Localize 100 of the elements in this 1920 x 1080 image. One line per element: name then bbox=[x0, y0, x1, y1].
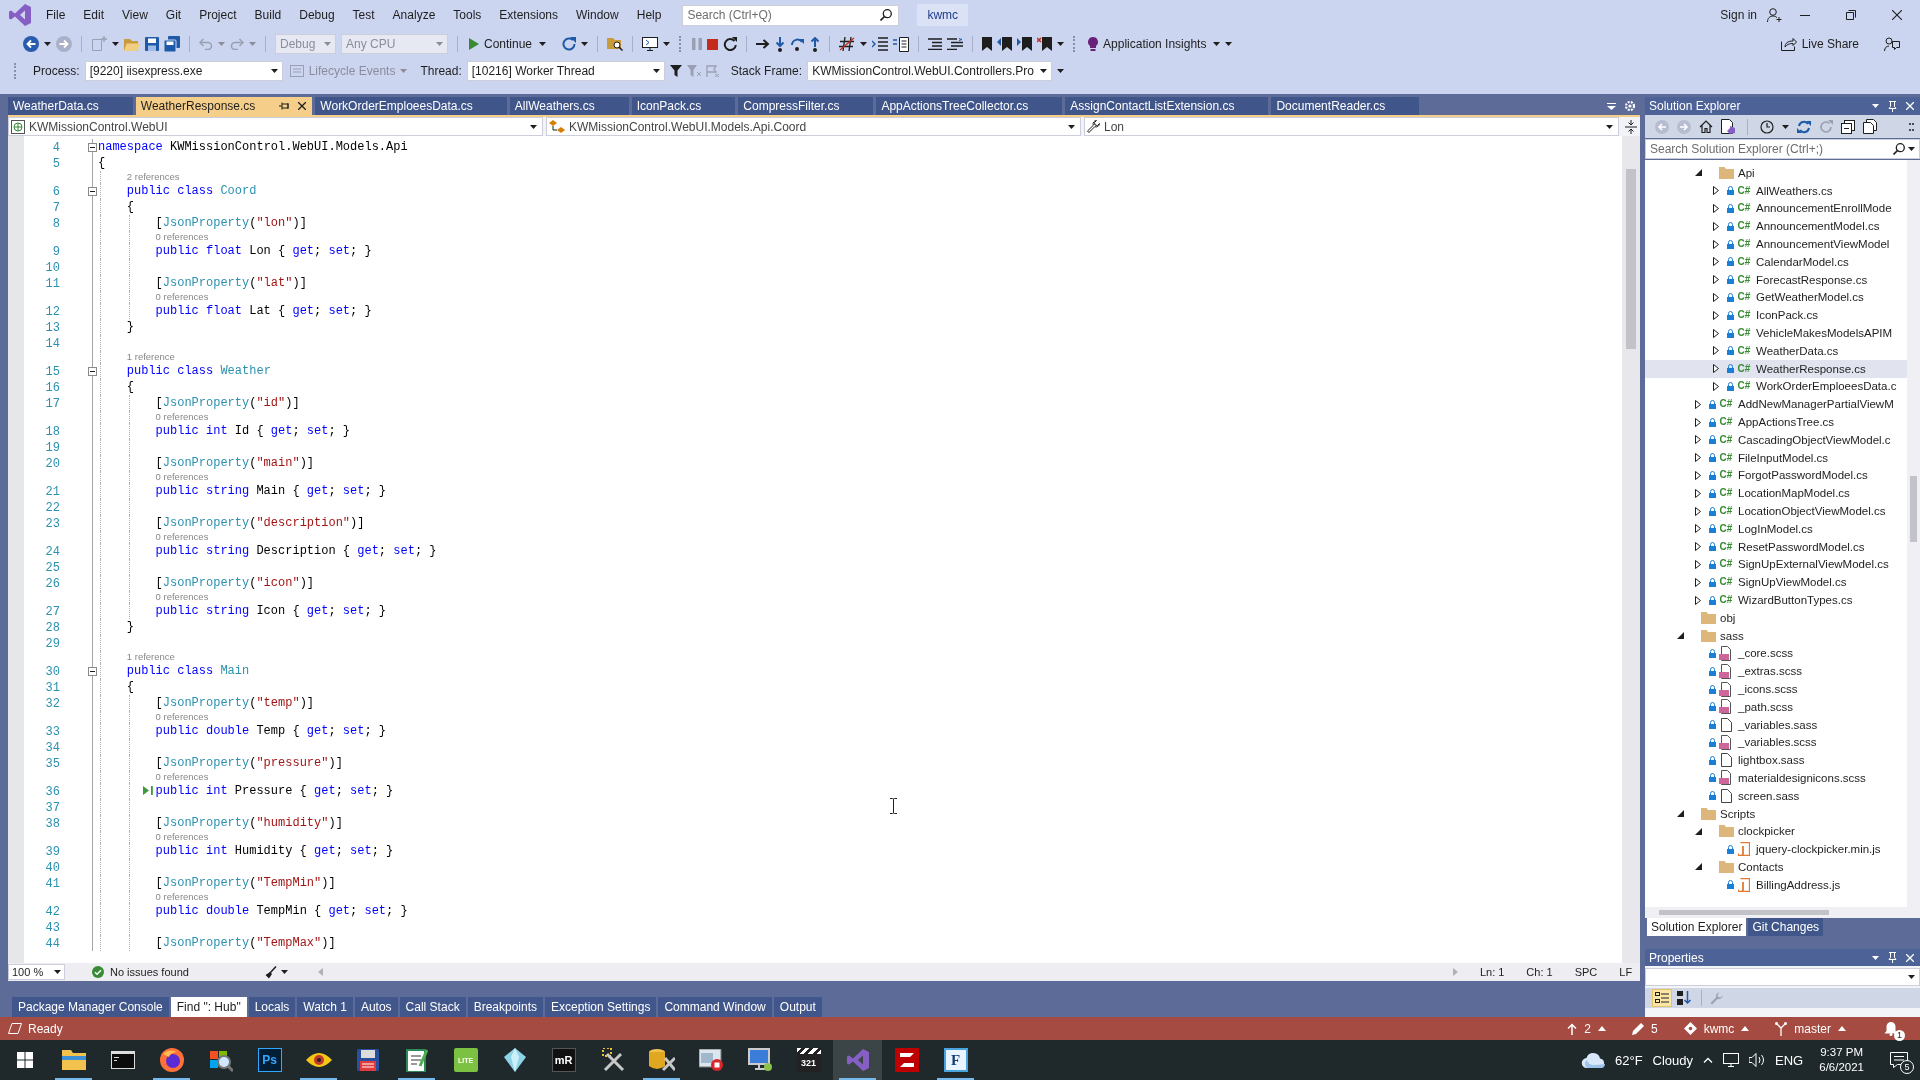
tree-item[interactable]: C# FileInputModel.cs bbox=[1645, 448, 1907, 467]
codelens-link[interactable]: 0 references bbox=[155, 831, 209, 843]
tree-item[interactable]: screen.sass bbox=[1645, 786, 1907, 805]
view-toggle-button[interactable] bbox=[1653, 990, 1671, 1006]
collapsed-arrow-icon[interactable] bbox=[1695, 399, 1701, 409]
tree-item[interactable]: C# AddNewManagerPartialViewM bbox=[1645, 395, 1907, 414]
collapsed-arrow-icon[interactable] bbox=[1695, 470, 1701, 480]
tool-window-tab[interactable]: Locals bbox=[248, 997, 296, 1017]
tree-item[interactable]: lightbox.sass bbox=[1645, 751, 1907, 770]
cursor-line[interactable]: Ln: 1 bbox=[1479, 966, 1505, 978]
caret-down-icon[interactable] bbox=[539, 42, 547, 46]
tree-item[interactable]: jquery-clockpicker.min.js bbox=[1645, 840, 1907, 859]
menu-item[interactable]: Test bbox=[343, 6, 384, 24]
caret-up-icon[interactable] bbox=[1741, 1026, 1750, 1031]
clear-bookmark-icon[interactable] bbox=[1037, 37, 1053, 51]
overflow-icon[interactable] bbox=[1909, 122, 1914, 131]
dropdown-icon[interactable] bbox=[1607, 102, 1616, 110]
tree-item[interactable]: C# ResetPasswordModel.cs bbox=[1645, 537, 1907, 556]
tree-item[interactable]: _variables.sass bbox=[1645, 715, 1907, 734]
comment-lines-icon[interactable] bbox=[947, 38, 964, 50]
tree-item[interactable]: C# SignUpViewModel.cs bbox=[1645, 573, 1907, 592]
scrollbar[interactable] bbox=[1622, 136, 1640, 963]
brush-icon[interactable] bbox=[264, 965, 277, 979]
panel-tab[interactable]: Solution Explorer bbox=[1647, 918, 1747, 936]
caret-up-icon[interactable] bbox=[1597, 1026, 1606, 1031]
codelens-link[interactable]: 1 reference bbox=[126, 351, 175, 363]
tree-item[interactable]: BillingAddress.js bbox=[1645, 875, 1907, 894]
taskbar-button[interactable]: F bbox=[931, 1040, 980, 1080]
filter-icon[interactable] bbox=[669, 65, 682, 77]
caret-down-icon[interactable] bbox=[280, 970, 288, 974]
search-input[interactable]: Search (Ctrl+Q) bbox=[687, 6, 881, 24]
caret-down-icon[interactable] bbox=[1908, 147, 1915, 151]
codelens-link[interactable]: 2 references bbox=[126, 171, 180, 183]
repository-name[interactable]: kwmc bbox=[1703, 1021, 1735, 1036]
document-tab[interactable]: IconPack.cs bbox=[631, 97, 736, 115]
expanded-arrow-icon[interactable] bbox=[1694, 169, 1702, 177]
insights-button[interactable]: Application Insights bbox=[1086, 37, 1209, 51]
changes-count[interactable]: 5 bbox=[1650, 1021, 1658, 1036]
diamond-icon[interactable] bbox=[1683, 1022, 1697, 1035]
expanded-arrow-icon[interactable] bbox=[1694, 863, 1702, 871]
branch-icon[interactable] bbox=[1775, 1021, 1788, 1036]
tool-window-tab[interactable]: Find ": Hub" bbox=[170, 997, 247, 1017]
search-field[interactable]: Search (Ctrl+Q) bbox=[682, 4, 900, 26]
menu-item[interactable]: Analyze bbox=[383, 6, 445, 24]
tree-item[interactable]: C# AnnouncementModel.cs bbox=[1645, 217, 1907, 236]
expanded-arrow-icon[interactable] bbox=[1676, 810, 1684, 818]
tree-item[interactable]: C# VehicleMakesModelsAPIM bbox=[1645, 324, 1907, 342]
previous-bookmark-icon[interactable] bbox=[997, 37, 1013, 51]
tree-item[interactable]: C# WorkOrderEmploeesData.c bbox=[1645, 377, 1907, 396]
menu-item[interactable]: Project bbox=[190, 6, 246, 24]
caret-down-icon[interactable] bbox=[860, 42, 868, 46]
monitor-icon[interactable] bbox=[642, 37, 659, 51]
document-tab[interactable]: WeatherData.cs bbox=[8, 97, 133, 115]
document-tab[interactable]: CompressFilter.cs bbox=[738, 97, 874, 115]
tree-item[interactable]: Scripts bbox=[1645, 804, 1907, 823]
speaker-icon[interactable] bbox=[1749, 1053, 1766, 1067]
taskbar-button[interactable]: mR bbox=[539, 1040, 588, 1080]
collapse-all-icon[interactable] bbox=[1841, 119, 1855, 134]
back-arrow-icon[interactable] bbox=[23, 36, 39, 52]
tool-window-tab[interactable]: Command Window bbox=[658, 997, 772, 1017]
tree-item[interactable]: _path.scss bbox=[1645, 697, 1907, 716]
line-ending[interactable]: LF bbox=[1619, 966, 1633, 978]
document-tab[interactable]: WeatherResponse.cs bbox=[135, 97, 313, 115]
codelens-link[interactable]: 1 reference bbox=[126, 651, 175, 663]
tool-window-tab[interactable]: Watch 1 bbox=[297, 997, 353, 1017]
codelens-link[interactable]: 0 references bbox=[155, 531, 209, 543]
tree-item[interactable]: C# AnnouncementEnrollMode bbox=[1645, 199, 1907, 218]
collapsed-arrow-icon[interactable] bbox=[1695, 435, 1701, 445]
sign-in-link[interactable]: Sign in bbox=[1720, 8, 1757, 22]
type-dropdown[interactable]: KWMissionControl.WebUI.Models.Api.Coord bbox=[546, 117, 1081, 136]
menu-item[interactable]: Help bbox=[627, 6, 671, 24]
pin-icon[interactable] bbox=[279, 102, 291, 110]
expanded-arrow-icon[interactable] bbox=[1676, 632, 1684, 640]
clock-time[interactable]: 9:37 PM bbox=[1820, 1045, 1864, 1060]
expanded-arrow-icon[interactable] bbox=[1694, 827, 1702, 835]
menu-item[interactable]: Git bbox=[156, 6, 191, 24]
view-toggle-button[interactable] bbox=[1675, 989, 1693, 1007]
start-icon[interactable] bbox=[16, 1052, 33, 1068]
scrollbar[interactable] bbox=[1645, 907, 1920, 918]
chevron-up-icon[interactable] bbox=[1703, 1057, 1714, 1063]
tool-window-tab[interactable]: Autos bbox=[354, 997, 398, 1017]
list-arrow-icon[interactable] bbox=[872, 37, 889, 51]
tool-window-tab[interactable]: Exception Settings bbox=[545, 997, 657, 1017]
bookmark-icon[interactable] bbox=[982, 37, 993, 51]
tree-item[interactable]: sass bbox=[1645, 626, 1907, 645]
tree-item[interactable]: C# LocationObjectViewModel.cs bbox=[1645, 502, 1907, 520]
stop-icon[interactable] bbox=[707, 38, 719, 50]
collapsed-arrow-icon[interactable] bbox=[1695, 453, 1701, 463]
tree-item[interactable]: C# AllWeathers.cs bbox=[1645, 181, 1907, 200]
tree-item[interactable]: _variables.scss bbox=[1645, 733, 1907, 752]
tree-item[interactable]: _extras.scss bbox=[1645, 662, 1907, 681]
tool-window-tab[interactable]: Package Manager Console bbox=[12, 997, 169, 1017]
step-out-icon[interactable] bbox=[810, 36, 821, 52]
zoom-dropdown[interactable]: 100 % bbox=[8, 964, 65, 980]
tree-item[interactable]: C# LocationMapModel.cs bbox=[1645, 484, 1907, 503]
document-tab[interactable]: DocumentReader.cs bbox=[1271, 97, 1420, 115]
right-arrow-icon[interactable] bbox=[756, 39, 771, 49]
menu-item[interactable]: Debug bbox=[290, 6, 344, 24]
search-input[interactable]: Search Solution Explorer (Ctrl+;) bbox=[1650, 141, 1890, 157]
pencil-icon[interactable] bbox=[1631, 1022, 1644, 1035]
